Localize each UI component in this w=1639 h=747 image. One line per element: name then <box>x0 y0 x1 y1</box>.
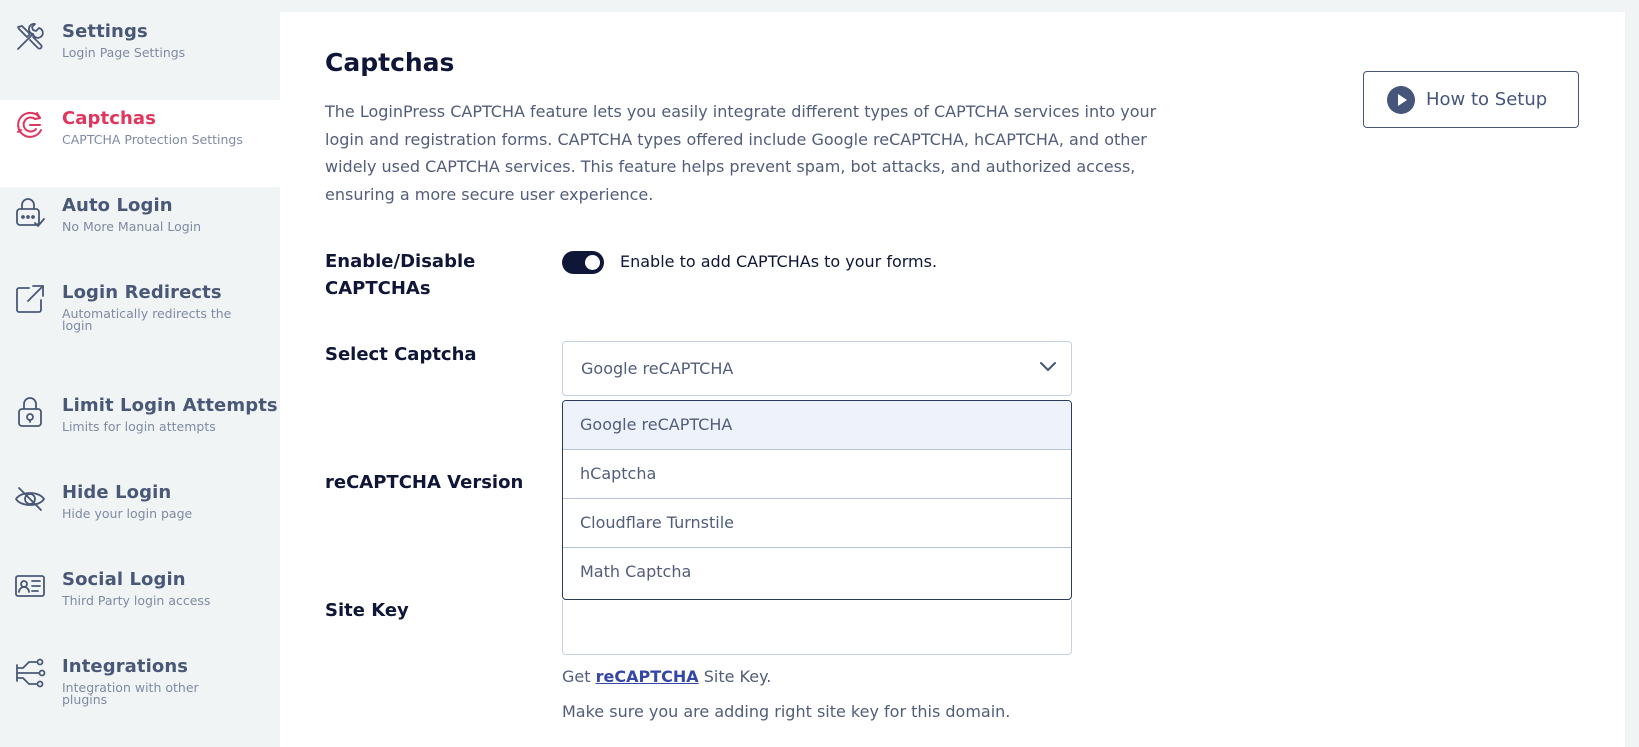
sidebar-item-title: Settings <box>62 21 148 42</box>
sidebar-item-login-redirects[interactable]: Login Redirects Automatically redirects … <box>0 274 280 361</box>
captcha-option[interactable]: hCaptcha <box>563 450 1071 499</box>
tools-icon <box>13 21 47 55</box>
sidebar-item-subtitle: Hide your login page <box>62 506 193 521</box>
site-key-note: Make sure you are adding right site key … <box>562 702 1011 721</box>
site-key-help-suffix: Site Key. <box>703 667 772 686</box>
enable-captcha-help: Enable to add CAPTCHAs to your forms. <box>620 252 938 271</box>
how-to-setup-button[interactable]: How to Setup <box>1363 71 1579 128</box>
captcha-option-label: hCaptcha <box>580 464 657 483</box>
page-description: The LoginPress CAPTCHA feature lets you … <box>325 102 1157 204</box>
sidebar-item-limit-login-attempts[interactable]: Limit Login Attempts Limits for login at… <box>0 387 280 474</box>
sidebar-item-integrations[interactable]: Integrations Integration with other plug… <box>0 648 280 735</box>
sidebar-item-subtitle: Limits for login attempts <box>62 419 216 434</box>
toggle-knob <box>585 255 600 270</box>
sidebar-item-title: Captchas <box>62 108 156 129</box>
padlock-icon <box>13 395 47 429</box>
external-link-icon <box>13 282 47 316</box>
sidebar-item-title: Auto Login <box>62 195 173 216</box>
sidebar-item-title: Limit Login Attempts <box>62 395 278 416</box>
select-captcha-value: Google reCAPTCHA <box>581 359 734 378</box>
recaptcha-link[interactable]: reCAPTCHA <box>596 667 699 686</box>
sidebar-item-title: Social Login <box>62 569 186 590</box>
lock-check-icon <box>13 195 47 229</box>
main-panel: Captchas The LoginPress CAPTCHA feature … <box>280 12 1625 747</box>
site-key-help-prefix: Get <box>562 667 591 686</box>
captcha-option[interactable]: Math Captcha <box>563 548 1071 597</box>
sidebar: Settings Login Page Settings Captchas CA… <box>0 0 280 747</box>
integrations-icon <box>13 656 47 690</box>
eye-off-icon <box>13 482 47 516</box>
id-card-icon <box>13 569 47 603</box>
sidebar-item-auto-login[interactable]: Auto Login No More Manual Login <box>0 187 280 274</box>
sidebar-item-subtitle: Login Page Settings <box>62 45 186 60</box>
site-key-input[interactable] <box>562 600 1072 655</box>
sidebar-item-hide-login[interactable]: Hide Login Hide your login page <box>0 474 280 561</box>
site-key-label: Site Key <box>325 600 409 621</box>
sidebar-item-subtitle: No More Manual Login <box>62 219 202 234</box>
captcha-option[interactable]: Google reCAPTCHA <box>563 401 1071 450</box>
captcha-option-label: Cloudflare Turnstile <box>580 513 735 532</box>
sidebar-item-title: Login Redirects <box>62 282 222 303</box>
captcha-options-list: Google reCAPTCHA hCaptcha Cloudflare Tur… <box>562 400 1072 600</box>
enable-captcha-toggle[interactable] <box>562 251 604 274</box>
play-icon <box>1387 86 1415 114</box>
captcha-icon <box>13 108 47 142</box>
sidebar-item-social-login[interactable]: Social Login Third Party login access <box>0 561 280 648</box>
captcha-option-label: Google reCAPTCHA <box>580 415 733 434</box>
sidebar-item-title: Hide Login <box>62 482 172 503</box>
site-key-help: Get reCAPTCHA Site Key. <box>562 667 771 686</box>
sidebar-item-subtitle: Integration with other plugins <box>62 680 199 707</box>
recaptcha-version-label: reCAPTCHA Version <box>325 472 524 493</box>
page-title: Captchas <box>325 48 455 77</box>
sidebar-item-captchas[interactable]: Captchas CAPTCHA Protection Settings <box>0 100 280 187</box>
captcha-option-label: Math Captcha <box>580 562 692 581</box>
chevron-down-icon <box>1040 362 1056 371</box>
select-captcha-label: Select Captcha <box>325 344 477 365</box>
sidebar-item-title: Integrations <box>62 656 189 677</box>
select-captcha-dropdown[interactable]: Google reCAPTCHA <box>562 341 1072 396</box>
sidebar-item-subtitle: Automatically redirects the login <box>62 306 232 333</box>
how-to-setup-label: How to Setup <box>1426 89 1548 110</box>
sidebar-item-subtitle: CAPTCHA Protection Settings <box>62 132 243 147</box>
enable-captcha-label: Enable/Disable CAPTCHAs <box>325 251 476 299</box>
sidebar-item-subtitle: Third Party login access <box>62 593 211 608</box>
captcha-option[interactable]: Cloudflare Turnstile <box>563 499 1071 548</box>
sidebar-item-settings[interactable]: Settings Login Page Settings <box>0 13 280 100</box>
